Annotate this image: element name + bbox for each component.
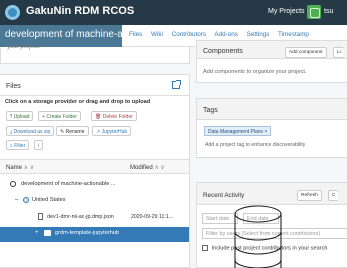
- components-heading: Components: [203, 48, 243, 55]
- project-cube-icon: [10, 181, 16, 187]
- trash-icon: 🗑: [95, 114, 103, 120]
- download-zip-button[interactable]: ⤓ Download as zip: [6, 126, 55, 136]
- nav-add-ons[interactable]: Add-ons: [214, 31, 237, 38]
- files-heading: Files: [6, 83, 21, 90]
- folder-icon: [44, 230, 51, 236]
- tree-label: United States: [32, 197, 66, 203]
- tags-heading: Tags: [203, 107, 218, 114]
- collapse-toggle-icon[interactable]: –: [15, 197, 18, 203]
- delete-folder-button[interactable]: 🗑 Delete Folder: [91, 111, 137, 121]
- upload-label: Upload: [13, 114, 30, 120]
- upload-instruction: Click on a storage provider or drag and …: [5, 99, 151, 105]
- sort-icon[interactable]: ∧ ∨: [153, 165, 164, 171]
- user-name[interactable]: tsu: [324, 8, 333, 15]
- file-modified: 2020-09-29 11:1...: [131, 214, 174, 220]
- file-column-headers: Name ∧ ∨ Modified ∧ ∨: [0, 159, 189, 174]
- nav-wiki[interactable]: Wiki: [151, 31, 163, 38]
- jupyterhub-button[interactable]: ↗ JupyterHub: [92, 126, 132, 136]
- project-description: your project.: [7, 44, 41, 50]
- activity-extra-button[interactable]: C: [328, 190, 339, 201]
- upload-button[interactable]: ⤒ Upload: [6, 111, 34, 121]
- tree-label: dev1-dmr-nii-ac-jp.dmp.json: [47, 214, 114, 220]
- modified-column-header[interactable]: Modified ∧ ∨: [130, 164, 165, 171]
- include-past-checkbox[interactable]: [202, 245, 208, 251]
- my-projects-link[interactable]: My Projects: [268, 8, 305, 15]
- delete-folder-label: Delete Folder: [102, 114, 133, 120]
- filter-label: Filter: [14, 143, 26, 149]
- add-component-button[interactable]: Add component: [285, 47, 327, 58]
- tag-chip[interactable]: Data Management Plans ×: [204, 126, 272, 136]
- refresh-button[interactable]: Refresh: [297, 190, 322, 201]
- nav-settings[interactable]: Settings: [247, 31, 270, 38]
- expand-files-icon[interactable]: [172, 80, 181, 89]
- tags-panel: Tags Data Management Plans × Add a proje…: [196, 98, 347, 158]
- info-icon: i: [38, 143, 40, 149]
- gakunin-logo-icon[interactable]: [5, 5, 20, 20]
- tree-row-folder-selected[interactable]: + grdm-template-jupyterhub: [0, 227, 189, 242]
- tags-header: [197, 99, 347, 120]
- tree-label: grdm-template-jupyterhub: [55, 230, 120, 236]
- tag-input-placeholder[interactable]: Add a project tag to enhance discoverabi…: [205, 142, 305, 148]
- globe-icon: [23, 197, 29, 203]
- name-column-header[interactable]: Name ∧ ∨: [6, 164, 34, 171]
- project-nav: Files Wiki Contributors Add-ons Settings…: [129, 31, 316, 38]
- rename-button[interactable]: ✎ Rename: [56, 126, 89, 136]
- sort-icon[interactable]: ∧ ∨: [22, 165, 34, 171]
- create-folder-label: Create Folder: [46, 114, 77, 120]
- tree-row-project[interactable]: development of machine-actionable ...: [0, 178, 189, 193]
- files-panel: Files Click on a storage provider or dra…: [0, 74, 190, 268]
- user-avatar-icon[interactable]: [307, 5, 321, 19]
- nav-timestamp[interactable]: Timestamp: [278, 31, 309, 38]
- rename-label: Rename: [65, 129, 85, 135]
- database-cylinder-icon: [234, 205, 282, 268]
- create-folder-button[interactable]: + Create Folder: [38, 111, 81, 121]
- link-project-button[interactable]: Li: [333, 47, 344, 58]
- jupyterhub-label: JupyterHub: [101, 129, 128, 135]
- tree-row-storage[interactable]: – United States: [0, 194, 189, 209]
- modified-column-label: Modified: [130, 165, 153, 171]
- download-zip-label: Download as zip: [13, 129, 51, 135]
- tree-label: development of machine-actionable ...: [21, 181, 116, 187]
- navbar: GakuNin RDM RCOS My Projects tsu: [0, 0, 347, 25]
- name-column-label: Name: [6, 165, 23, 171]
- brand-name[interactable]: GakuNin RDM RCOS: [26, 5, 134, 17]
- description-panel: your project.: [0, 44, 190, 64]
- components-panel: Components Add component Li Add componen…: [196, 40, 347, 83]
- filter-button[interactable]: ⌕ Filter: [6, 140, 30, 150]
- file-icon: [38, 213, 43, 220]
- info-button[interactable]: i: [34, 140, 44, 150]
- activity-heading: Recent Activity: [203, 192, 245, 199]
- components-empty-text: Add components to organize your project.: [203, 69, 307, 75]
- tag-label: Data Management Plans: [208, 129, 264, 135]
- nav-files[interactable]: Files: [129, 31, 142, 38]
- tree-row-file[interactable]: dev1-dmr-nii-ac-jp.dmp.json 2020-09-29 1…: [0, 211, 189, 226]
- expand-toggle-icon[interactable]: +: [35, 230, 39, 236]
- remove-tag-icon[interactable]: ×: [263, 129, 267, 135]
- nav-contributors[interactable]: Contributors: [172, 31, 206, 38]
